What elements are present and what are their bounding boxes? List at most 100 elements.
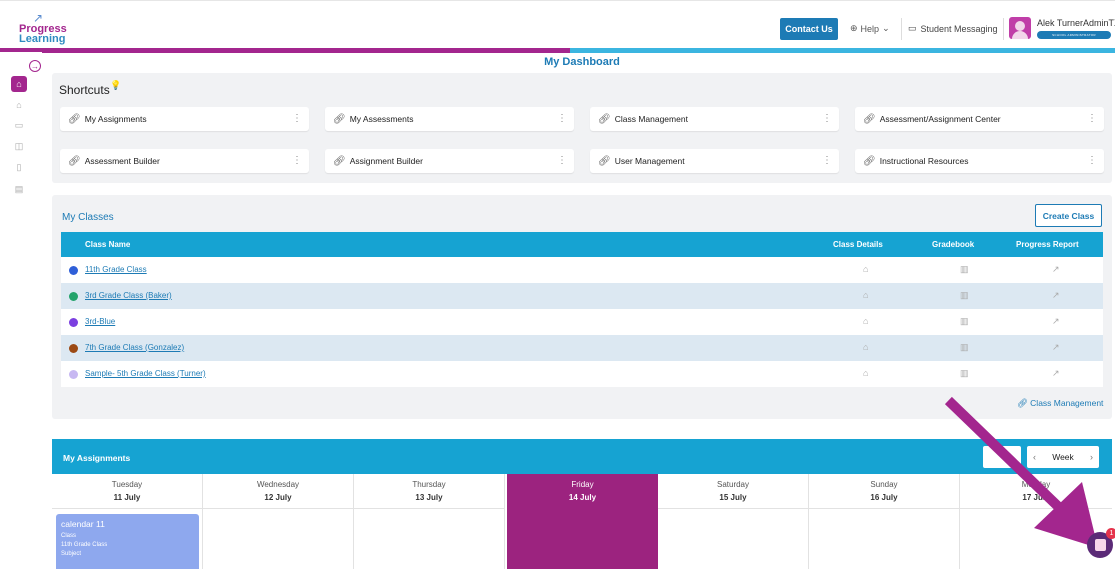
table-row: 3rd Grade Class (Baker) ⌂ ▥ ↗ bbox=[61, 283, 1103, 309]
help-label: Help bbox=[860, 23, 880, 34]
column-header: Progress Report bbox=[1016, 240, 1079, 249]
more-options-icon[interactable]: ⋮ bbox=[822, 112, 832, 126]
lightbulb-icon: 💡 bbox=[110, 80, 122, 90]
class-name-link[interactable]: 7th Grade Class (Gonzalez) bbox=[85, 343, 184, 352]
calendar-day[interactable]: Sunday 16 July bbox=[809, 474, 960, 569]
notification-badge: 1 bbox=[1106, 528, 1115, 539]
chevron-right-icon[interactable]: › bbox=[1090, 452, 1093, 462]
shortcuts-title: Shortcuts bbox=[59, 83, 110, 97]
more-options-icon[interactable]: ⋮ bbox=[1087, 112, 1097, 126]
calendar-day[interactable]: Monday 17 July bbox=[960, 474, 1112, 569]
my-classes-title: My Classes bbox=[62, 212, 114, 223]
user-name[interactable]: Alek TurnerAdminTX bbox=[1037, 18, 1115, 28]
link-icon: 🔗︎ bbox=[863, 113, 876, 125]
more-options-icon[interactable]: ⋮ bbox=[557, 112, 567, 126]
assignments-title: My Assignments bbox=[63, 453, 131, 463]
progress-report-icon[interactable]: ↗ bbox=[1052, 368, 1060, 379]
header-divider bbox=[901, 18, 902, 40]
shortcut-assessment-builder[interactable]: 🔗︎ Assessment Builder ⋮ bbox=[60, 149, 309, 173]
shortcut-my-assignments[interactable]: 🔗︎ My Assignments ⋮ bbox=[60, 107, 309, 131]
classes-table: Class Name Class Details Gradebook Progr… bbox=[61, 232, 1103, 387]
shortcut-my-assessments[interactable]: 🔗︎ My Assessments ⋮ bbox=[325, 107, 574, 131]
book-icon[interactable]: ◫ bbox=[12, 139, 26, 153]
my-assignments-calendar: My Assignments ‹ Week › Tuesday 11 July … bbox=[52, 439, 1112, 569]
user-role-badge: SCHOOL ADMINISTRATOR bbox=[1037, 31, 1111, 39]
progress-learning-logo[interactable]: ↗ Progress Learning bbox=[19, 11, 79, 45]
table-header: Class Name Class Details Gradebook Progr… bbox=[61, 232, 1103, 257]
progress-report-icon[interactable]: ↗ bbox=[1052, 264, 1060, 275]
gradebook-icon[interactable]: ▥ bbox=[960, 290, 969, 301]
class-management-link[interactable]: 🔗︎ Class Management bbox=[1017, 398, 1103, 409]
class-name-link[interactable]: Sample- 5th Grade Class (Turner) bbox=[85, 369, 206, 378]
home-icon[interactable]: ⌂ bbox=[11, 76, 27, 92]
user-avatar[interactable] bbox=[1009, 17, 1031, 39]
shortcuts-panel: Shortcuts 💡 🔗︎ My Assignments ⋮ 🔗︎ My As… bbox=[52, 73, 1112, 183]
more-options-icon[interactable]: ⋮ bbox=[292, 154, 302, 168]
left-sidebar: → ⌂ ⌂ ▭ ◫ ▯ ▤ bbox=[0, 52, 42, 569]
calendar-event[interactable]: calendar 11 Class 11th Grade Class Subje… bbox=[56, 514, 199, 569]
link-icon: 🔗︎ bbox=[333, 113, 346, 125]
class-color-dot bbox=[69, 344, 78, 353]
progress-report-icon[interactable]: ↗ bbox=[1052, 290, 1060, 301]
chevron-down-icon: ⌄ bbox=[882, 23, 890, 33]
gradebook-icon[interactable]: ▥ bbox=[960, 316, 969, 327]
more-options-icon[interactable]: ⋮ bbox=[557, 154, 567, 168]
contact-us-button[interactable]: Contact Us bbox=[780, 18, 838, 40]
class-color-dot bbox=[69, 266, 78, 275]
more-options-icon[interactable]: ⋮ bbox=[1087, 154, 1097, 168]
more-options-icon[interactable]: ⋮ bbox=[292, 112, 302, 126]
chevron-left-icon[interactable]: ‹ bbox=[1033, 452, 1036, 462]
link-icon: 🔗︎ bbox=[598, 155, 611, 167]
column-header: Class Details bbox=[833, 240, 883, 249]
logo-line-2: Learning bbox=[19, 33, 66, 45]
monitor-icon[interactable]: ▭ bbox=[12, 118, 26, 132]
event-detail: Class 11th Grade Class Subject bbox=[61, 533, 108, 557]
calendar-day[interactable]: Thursday 13 July bbox=[354, 474, 505, 569]
class-name-link[interactable]: 3rd-Blue bbox=[85, 317, 115, 326]
assignments-header: My Assignments ‹ Week › bbox=[52, 439, 1112, 474]
gradebook-icon[interactable]: ▥ bbox=[960, 264, 969, 275]
shortcut-instructional-resources[interactable]: 🔗︎ Instructional Resources ⋮ bbox=[855, 149, 1104, 173]
calendar-day-today[interactable]: Friday 14 July bbox=[507, 474, 658, 569]
class-details-icon[interactable]: ⌂ bbox=[863, 368, 868, 378]
class-details-icon[interactable]: ⌂ bbox=[863, 342, 868, 352]
table-row: 11th Grade Class ⌂ ▥ ↗ bbox=[61, 257, 1103, 283]
week-view-selector[interactable]: ‹ Week › bbox=[1027, 446, 1099, 468]
chat-icon bbox=[1094, 539, 1106, 551]
student-messaging-link[interactable]: ▭ Student Messaging bbox=[908, 23, 998, 34]
link-icon: 🔗︎ bbox=[68, 113, 81, 125]
class-name-link[interactable]: 3rd Grade Class (Baker) bbox=[85, 291, 172, 300]
table-row: 7th Grade Class (Gonzalez) ⌂ ▥ ↗ bbox=[61, 335, 1103, 361]
messaging-label: Student Messaging bbox=[920, 23, 998, 34]
shortcut-user-management[interactable]: 🔗︎ User Management ⋮ bbox=[590, 149, 839, 173]
link-icon: 🔗︎ bbox=[1017, 398, 1028, 408]
shortcut-class-management[interactable]: 🔗︎ Class Management ⋮ bbox=[590, 107, 839, 131]
more-options-icon[interactable]: ⋮ bbox=[822, 154, 832, 168]
column-header: Class Name bbox=[85, 240, 131, 249]
create-class-button[interactable]: Create Class bbox=[1035, 204, 1102, 227]
shortcut-assessment-assignment-center[interactable]: 🔗︎ Assessment/Assignment Center ⋮ bbox=[855, 107, 1104, 131]
calendar-day[interactable]: Wednesday 12 July bbox=[203, 474, 354, 569]
gradebook-icon[interactable]: ▥ bbox=[960, 342, 969, 353]
class-name-link[interactable]: 11th Grade Class bbox=[85, 265, 147, 274]
library-icon[interactable]: ▯ bbox=[12, 160, 26, 174]
class-details-icon[interactable]: ⌂ bbox=[863, 264, 868, 274]
class-details-icon[interactable]: ⌂ bbox=[863, 316, 868, 326]
class-color-dot bbox=[69, 292, 78, 301]
table-row: Sample- 5th Grade Class (Turner) ⌂ ▥ ↗ bbox=[61, 361, 1103, 387]
header-accent-bar bbox=[0, 48, 1115, 53]
progress-report-icon[interactable]: ↗ bbox=[1052, 342, 1060, 353]
column-header: Gradebook bbox=[932, 240, 975, 249]
shortcut-assignment-builder[interactable]: 🔗︎ Assignment Builder ⋮ bbox=[325, 149, 574, 173]
calendar-day[interactable]: Saturday 15 July bbox=[658, 474, 809, 569]
help-menu[interactable]: ⊕ Help ⌄ bbox=[850, 23, 890, 34]
expand-sidebar-icon[interactable]: → bbox=[29, 60, 41, 72]
today-button[interactable] bbox=[983, 446, 1021, 468]
help-icon: ⊕ bbox=[850, 23, 858, 33]
link-icon: 🔗︎ bbox=[68, 155, 81, 167]
document-icon[interactable]: ▤ bbox=[12, 182, 26, 196]
school-icon[interactable]: ⌂ bbox=[12, 98, 26, 112]
progress-report-icon[interactable]: ↗ bbox=[1052, 316, 1060, 327]
class-details-icon[interactable]: ⌂ bbox=[863, 290, 868, 300]
gradebook-icon[interactable]: ▥ bbox=[960, 368, 969, 379]
